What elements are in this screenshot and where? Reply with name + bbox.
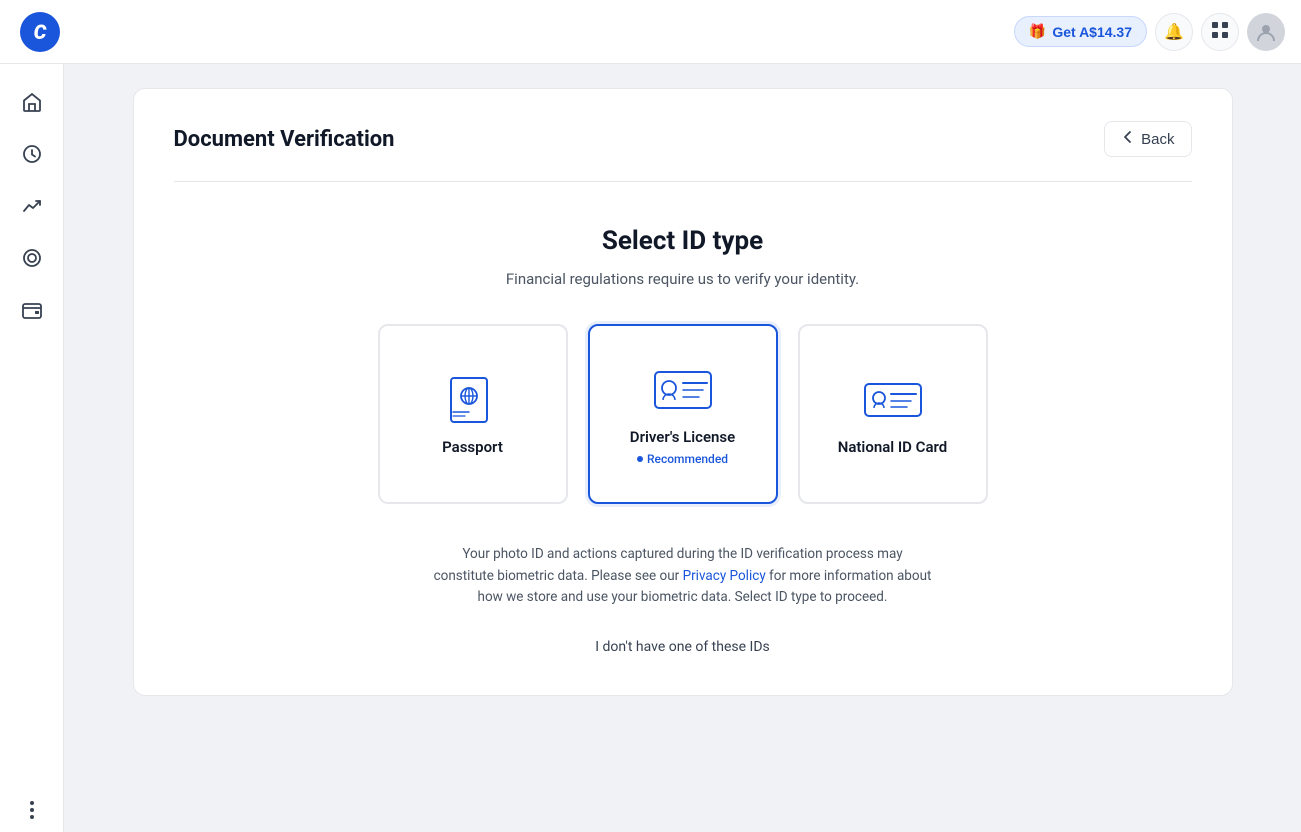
- recommended-text: Recommended: [647, 452, 728, 466]
- sidebar-item-more[interactable]: [10, 788, 54, 832]
- sidebar-item-home[interactable]: [10, 80, 54, 124]
- no-id-link[interactable]: I don't have one of these IDs: [595, 639, 770, 655]
- main-card: Document Verification Back Select ID typ…: [133, 88, 1233, 696]
- national-id-option[interactable]: National ID Card: [798, 324, 988, 504]
- gift-icon: 🎁: [1029, 23, 1046, 40]
- sidebar: [0, 64, 64, 832]
- reward-button[interactable]: 🎁 Get A$14.37: [1014, 16, 1147, 47]
- privacy-notice: Your photo ID and actions captured durin…: [433, 544, 933, 609]
- sidebar-item-analytics[interactable]: [10, 184, 54, 228]
- drivers-license-icon: [651, 366, 715, 414]
- passport-option[interactable]: Passport: [378, 324, 568, 504]
- content-area: Select ID type Financial regulations req…: [174, 206, 1192, 655]
- notification-button[interactable]: 🔔: [1155, 13, 1193, 51]
- back-button[interactable]: Back: [1104, 121, 1191, 157]
- recommended-badge: Recommended: [637, 452, 728, 466]
- back-label: Back: [1141, 131, 1174, 148]
- drivers-license-option[interactable]: Driver's License Recommended: [588, 324, 778, 504]
- sidebar-item-rewards[interactable]: [10, 236, 54, 280]
- topbar-left: C: [0, 12, 60, 52]
- privacy-link-text: Privacy Policy: [683, 568, 766, 584]
- privacy-policy-link[interactable]: Privacy Policy: [683, 568, 766, 584]
- page-title: Document Verification: [174, 127, 395, 152]
- avatar[interactable]: [1247, 13, 1285, 51]
- sidebar-item-history[interactable]: [10, 132, 54, 176]
- grid-icon: [1211, 21, 1229, 43]
- reward-label: Get A$14.37: [1052, 24, 1132, 40]
- national-id-label: National ID Card: [838, 438, 948, 456]
- recommended-dot: [637, 456, 643, 462]
- topbar: C 🎁 Get A$14.37 🔔: [0, 0, 1301, 64]
- id-card-options: Passport Driver's Licens: [378, 324, 988, 504]
- drivers-license-label: Driver's License: [630, 428, 735, 446]
- topbar-right: 🎁 Get A$14.37 🔔: [1014, 13, 1285, 51]
- grid-button[interactable]: [1201, 13, 1239, 51]
- passport-label: Passport: [442, 438, 503, 456]
- bell-icon: 🔔: [1164, 22, 1184, 41]
- national-id-icon: [861, 376, 925, 424]
- sidebar-item-wallet[interactable]: [10, 288, 54, 332]
- passport-icon: [441, 376, 505, 424]
- select-id-heading: Select ID type: [602, 226, 763, 256]
- main-content: Document Verification Back Select ID typ…: [64, 64, 1301, 832]
- logo[interactable]: C: [20, 12, 60, 52]
- chevron-left-icon: [1121, 130, 1135, 148]
- card-header: Document Verification Back: [174, 121, 1192, 182]
- select-id-subtitle: Financial regulations require us to veri…: [506, 270, 859, 288]
